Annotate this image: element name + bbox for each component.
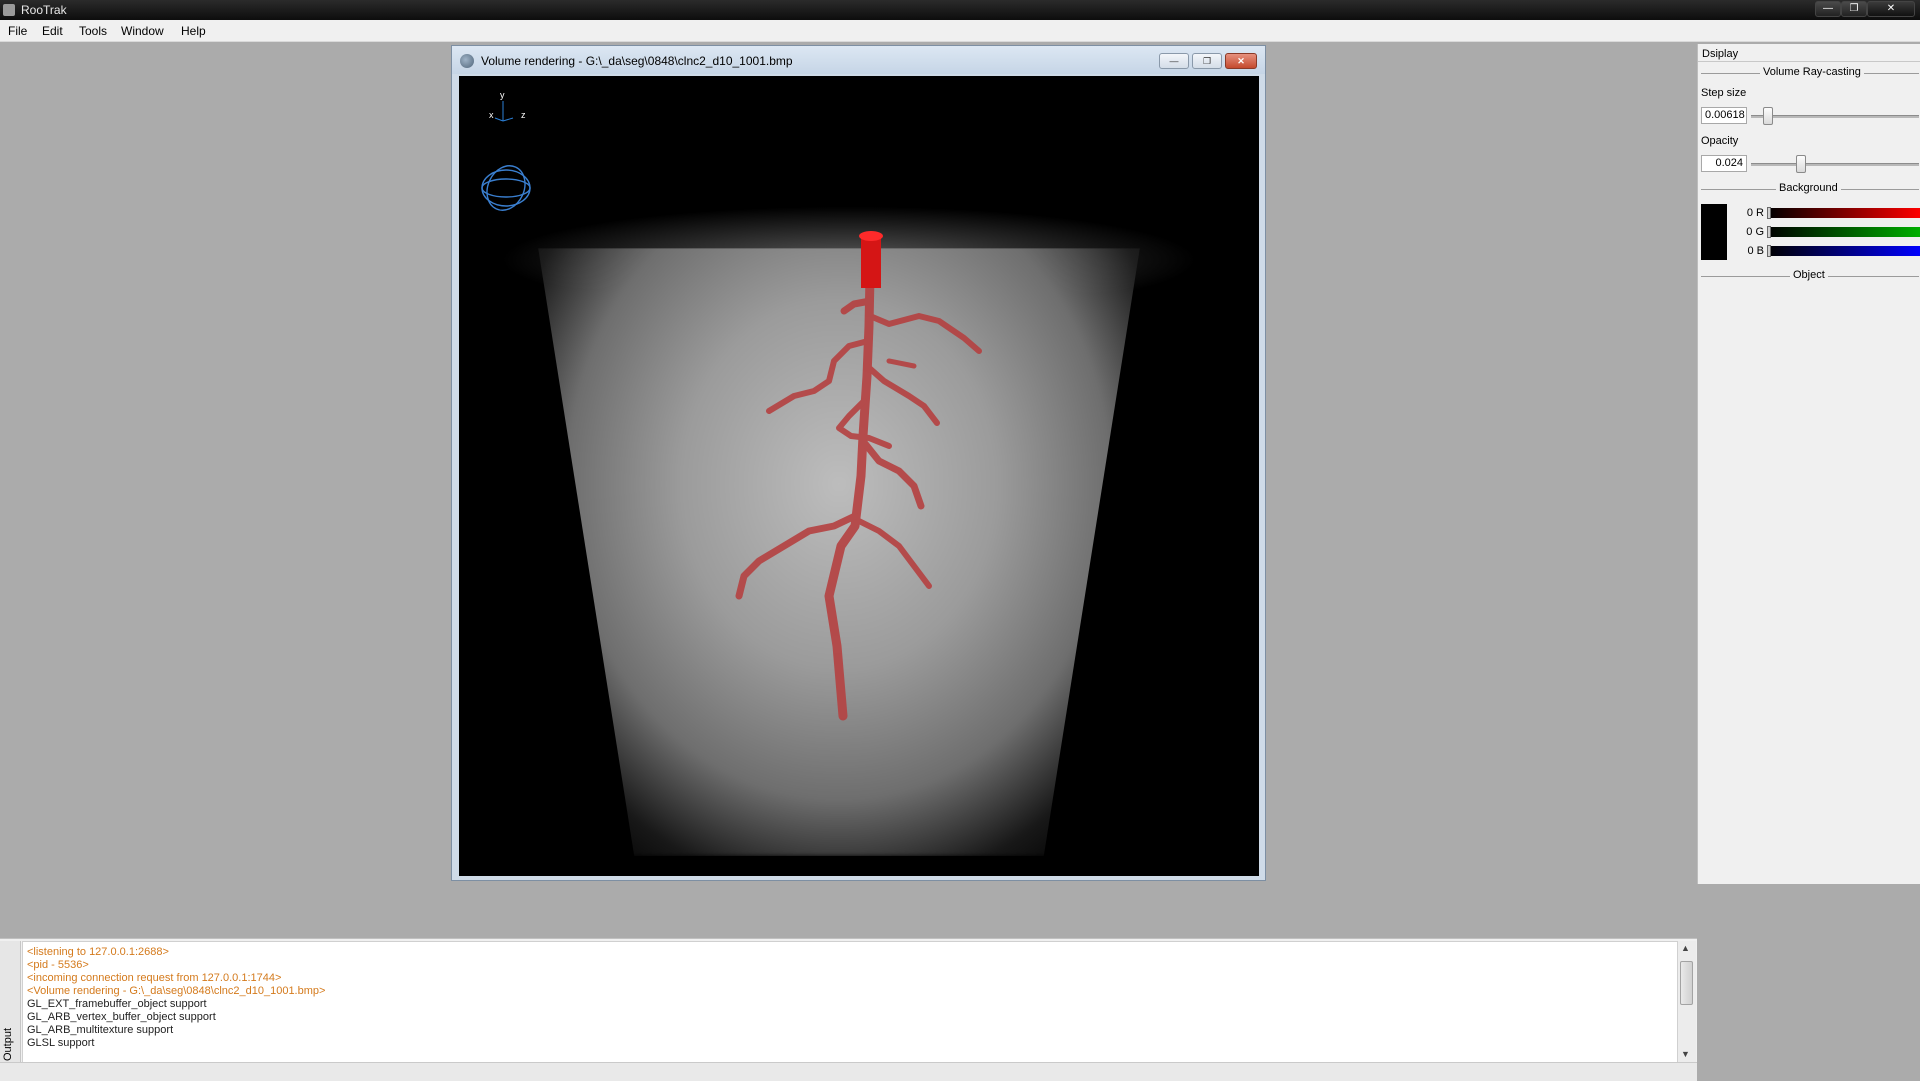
background-b-knob[interactable]	[1767, 245, 1771, 257]
section-object: Object	[1790, 269, 1828, 281]
child-minimize-button[interactable]: —	[1159, 53, 1189, 69]
scroll-up-icon[interactable]: ▲	[1681, 943, 1690, 953]
app-titlebar: RooTrak — ❐ ✕	[0, 0, 1920, 20]
background-g-label: 0 G	[1746, 226, 1764, 238]
step-size-slider-thumb[interactable]	[1762, 107, 1773, 125]
axis-z-label: z	[521, 110, 526, 120]
step-size-slider-track[interactable]	[1751, 115, 1919, 118]
axis-x-label: x	[489, 110, 494, 120]
background-b-label: 0 B	[1747, 245, 1764, 257]
section-volume-raycasting: Volume Ray-casting	[1760, 66, 1864, 78]
axis-y-label: y	[500, 90, 505, 100]
menu-edit[interactable]: Edit	[42, 24, 63, 38]
log-line: GLSL support	[27, 1037, 95, 1049]
close-button[interactable]: ✕	[1867, 1, 1915, 17]
child-window-title: Volume rendering - G:\_da\seg\0848\clnc2…	[481, 54, 793, 68]
volume-rendering-window[interactable]: Volume rendering - G:\_da\seg\0848\clnc2…	[451, 45, 1266, 881]
output-pane: Output <listening to 127.0.0.1:2688> <pi…	[0, 938, 1697, 1080]
app-title: RooTrak	[21, 3, 67, 17]
opacity-slider-thumb[interactable]	[1796, 155, 1807, 173]
panel-title: Dsiplay	[1702, 48, 1739, 60]
render-viewport[interactable]: y x z	[459, 76, 1259, 876]
child-close-button[interactable]: ✕	[1225, 53, 1257, 69]
scroll-down-icon[interactable]: ▼	[1681, 1049, 1690, 1059]
app-icon	[3, 4, 15, 16]
step-size-label: Step size	[1701, 87, 1747, 99]
menu-file[interactable]: File	[8, 24, 27, 38]
section-background: Background	[1776, 182, 1841, 194]
axis-gizmo: y x z	[480, 90, 532, 216]
background-g-slider[interactable]	[1768, 227, 1920, 237]
background-b-slider[interactable]	[1768, 246, 1920, 256]
log-line: GL_ARB_multitexture support	[27, 1024, 174, 1036]
maximize-button[interactable]: ❐	[1841, 1, 1867, 17]
output-tab[interactable]: Output	[0, 941, 21, 1065]
window-icon	[460, 54, 474, 68]
background-color-swatch[interactable]	[1701, 204, 1727, 260]
opacity-slider-track[interactable]	[1751, 163, 1919, 166]
output-scrollbar[interactable]: ▲ ▼	[1678, 941, 1696, 1063]
menu-help[interactable]: Help	[181, 24, 206, 38]
minimize-button[interactable]: —	[1815, 1, 1841, 17]
menu-window[interactable]: Window	[121, 24, 164, 38]
log-line: <listening to 127.0.0.1:2688>	[27, 946, 169, 958]
menu-bar: File Edit Tools Window Help	[0, 20, 1920, 42]
scroll-thumb[interactable]	[1680, 961, 1693, 1005]
log-line: <Volume rendering - G:\_da\seg\0848\clnc…	[27, 985, 326, 997]
log-line: GL_ARB_vertex_buffer_object support	[27, 1011, 216, 1023]
background-r-slider[interactable]	[1768, 208, 1920, 218]
output-tab-label: Output	[2, 1027, 14, 1061]
child-titlebar[interactable]: Volume rendering - G:\_da\seg\0848\clnc2…	[452, 46, 1265, 74]
root-structure	[735, 231, 982, 721]
background-r-knob[interactable]	[1767, 207, 1771, 219]
display-panel: Dsiplay Volume Ray-casting Step size 0.0…	[1697, 44, 1920, 884]
child-maximize-button[interactable]: ❐	[1192, 53, 1222, 69]
output-log[interactable]: <listening to 127.0.0.1:2688> <pid - 553…	[22, 941, 1678, 1063]
trackball-icon[interactable]	[480, 160, 532, 216]
opacity-input[interactable]: 0.024	[1701, 155, 1747, 172]
background-g-knob[interactable]	[1767, 226, 1771, 238]
log-line: GL_EXT_framebuffer_object support	[27, 998, 207, 1010]
background-r-label: 0 R	[1746, 207, 1764, 219]
opacity-label: Opacity	[1701, 135, 1739, 147]
step-size-input[interactable]: 0.00618	[1701, 107, 1747, 124]
log-line: <incoming connection request from 127.0.…	[27, 972, 282, 984]
log-line: <pid - 5536>	[27, 959, 89, 971]
menu-tools[interactable]: Tools	[79, 24, 107, 38]
status-bar	[0, 1062, 1697, 1081]
